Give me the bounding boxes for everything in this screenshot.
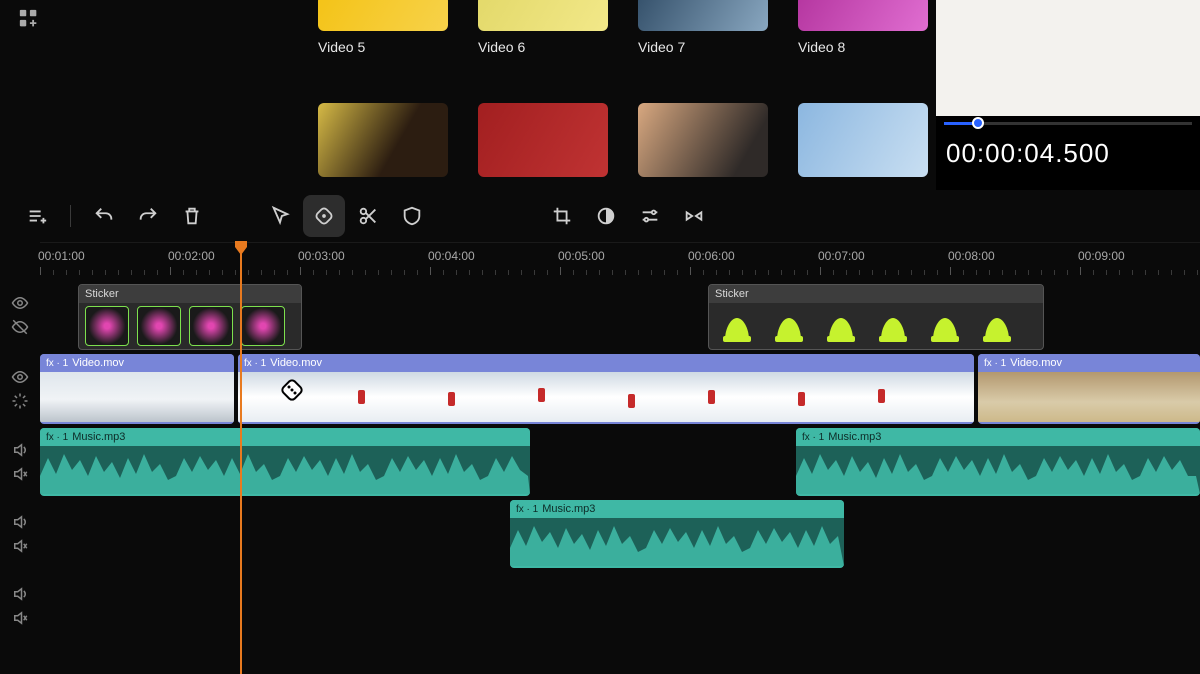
effects-icon[interactable] [11, 392, 29, 410]
clip-filename: Music.mp3 [72, 431, 125, 443]
audio-clip[interactable]: fx · 1 Music.mp3 [510, 500, 844, 568]
sticker-thumb [871, 306, 915, 346]
media-item[interactable] [798, 103, 928, 177]
sticker-thumb [241, 306, 285, 346]
audio-clip[interactable]: fx · 1 Music.mp3 [796, 428, 1200, 496]
track-audio-2: fx · 1 Music.mp3 [0, 498, 1200, 570]
video-clip[interactable]: fx · 1 Video.mov [238, 354, 974, 424]
visibility-off-icon[interactable] [11, 318, 29, 336]
ruler-timestamp: 00:06:00 [688, 249, 735, 263]
top-area: Video 5 Video 6 Video 7 Video 8 00:00:04… [0, 0, 1200, 190]
ruler-timestamp: 00:04:00 [428, 249, 475, 263]
sticker-thumb [923, 306, 967, 346]
media-library-panel: Video 5 Video 6 Video 7 Video 8 [0, 0, 936, 190]
clip-label: Sticker [85, 288, 119, 300]
media-item[interactable] [318, 103, 448, 177]
media-item[interactable]: Video 5 [318, 0, 448, 55]
fx-badge: fx · 1 [244, 358, 266, 369]
clip-filename: Music.mp3 [542, 503, 595, 515]
video-clip[interactable]: fx · 1 Video.mov [978, 354, 1200, 424]
track-audio-3 [0, 570, 1200, 642]
clip-filename: Video.mov [270, 357, 322, 369]
crop-button[interactable] [541, 195, 583, 237]
undo-button[interactable] [83, 195, 125, 237]
media-item[interactable] [638, 103, 768, 177]
media-label: Video 5 [318, 39, 365, 55]
clip-filename: Video.mov [72, 357, 124, 369]
sticker-clip[interactable]: Sticker [78, 284, 302, 350]
razor-cursor-icon [278, 376, 306, 404]
media-thumbnails-row-1: Video 5 Video 6 Video 7 Video 8 [318, 0, 936, 55]
fx-badge: fx · 1 [802, 432, 824, 443]
preview-playhead-dot[interactable] [972, 117, 984, 129]
ruler-timestamp: 00:08:00 [948, 249, 995, 263]
ruler-timestamp: 00:07:00 [818, 249, 865, 263]
ruler-timestamp: 00:03:00 [298, 249, 345, 263]
timeline-toolbar [0, 190, 1200, 242]
sticker-clip[interactable]: Sticker [708, 284, 1044, 350]
shield-tool-button[interactable] [391, 195, 433, 237]
audio-on-icon[interactable] [11, 585, 29, 603]
razor-tool-button[interactable] [303, 195, 345, 237]
ruler-timestamp: 00:01:00 [38, 249, 85, 263]
media-item[interactable]: Video 8 [798, 0, 928, 55]
ruler-timestamp: 00:09:00 [1078, 249, 1125, 263]
clip-filename: Music.mp3 [828, 431, 881, 443]
transition-button[interactable] [673, 195, 715, 237]
visibility-on-icon[interactable] [11, 294, 29, 312]
adjustments-button[interactable] [629, 195, 671, 237]
ruler-timestamp: 00:05:00 [558, 249, 605, 263]
timeline-playhead[interactable] [240, 250, 242, 674]
video-clip[interactable]: fx · 1 Video.mov [40, 354, 234, 424]
audio-mute-icon[interactable] [11, 465, 29, 483]
track-sticker: Sticker Sticker [0, 278, 1200, 352]
media-item[interactable] [478, 103, 608, 177]
sticker-thumb [715, 306, 759, 346]
visibility-on-icon[interactable] [11, 368, 29, 386]
track-audio-1: fx · 1 Music.mp3 fx · 1 Music.mp3 [0, 426, 1200, 498]
sticker-thumb [975, 306, 1019, 346]
audio-on-icon[interactable] [11, 513, 29, 531]
preview-viewport[interactable] [936, 0, 1200, 116]
media-label: Video 7 [638, 39, 685, 55]
redo-button[interactable] [127, 195, 169, 237]
contrast-button[interactable] [585, 195, 627, 237]
audio-on-icon[interactable] [11, 441, 29, 459]
fx-badge: fx · 1 [46, 432, 68, 443]
ruler-timestamp: 00:02:00 [168, 249, 215, 263]
audio-mute-icon[interactable] [11, 609, 29, 627]
sticker-thumb [137, 306, 181, 346]
media-item[interactable]: Video 7 [638, 0, 768, 55]
audio-mute-icon[interactable] [11, 537, 29, 555]
media-item[interactable]: Video 6 [478, 0, 608, 55]
timeline-tracks: Sticker Sticker [0, 278, 1200, 642]
sticker-thumb [767, 306, 811, 346]
clip-filename: Video.mov [1010, 357, 1062, 369]
sticker-thumb [819, 306, 863, 346]
timecode-display: 00:00:04.500 [936, 130, 1200, 169]
media-label: Video 8 [798, 39, 845, 55]
timeline-ruler[interactable]: 00:01:00 00:02:00 00:03:00 00:04:00 00:05:00… [40, 242, 1200, 278]
preview-scrubber[interactable] [936, 116, 1200, 130]
fx-badge: fx · 1 [516, 504, 538, 515]
fx-badge: fx · 1 [984, 358, 1006, 369]
add-track-button[interactable] [16, 195, 58, 237]
sticker-thumb [85, 306, 129, 346]
preview-panel: 00:00:04.500 [936, 0, 1200, 190]
track-video: fx · 1 Video.mov fx · 1 Video.mov fx · 1 Vi… [0, 352, 1200, 426]
delete-button[interactable] [171, 195, 213, 237]
media-label: Video 6 [478, 39, 525, 55]
fx-badge: fx · 1 [46, 358, 68, 369]
playhead-handle-icon[interactable] [233, 241, 249, 251]
clip-label: Sticker [715, 288, 749, 300]
sticker-thumb [189, 306, 233, 346]
media-thumbnails-row-2 [318, 103, 936, 177]
scissors-tool-button[interactable] [347, 195, 389, 237]
select-tool-button[interactable] [259, 195, 301, 237]
audio-clip[interactable]: fx · 1 Music.mp3 [40, 428, 530, 496]
